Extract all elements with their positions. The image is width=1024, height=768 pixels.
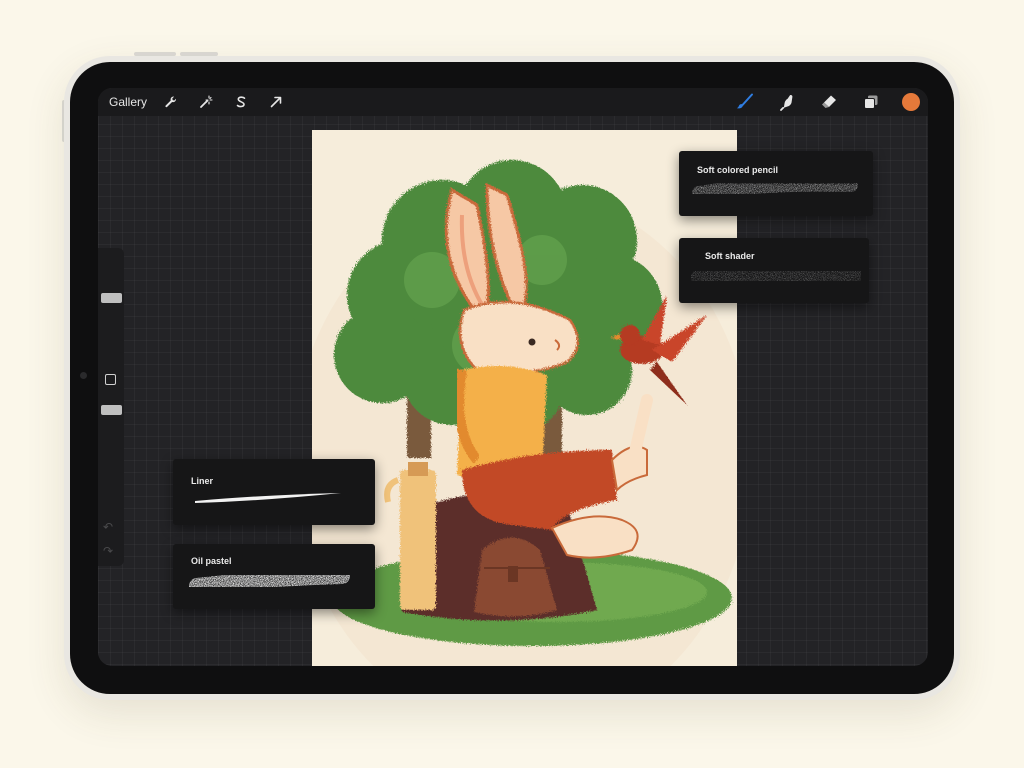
undo-icon[interactable]: ↶ [103, 520, 113, 534]
brush-name: Liner [191, 476, 214, 486]
gallery-button[interactable]: Gallery [109, 95, 147, 109]
left-tool-group [160, 91, 287, 113]
selection-icon[interactable] [230, 91, 252, 113]
brush-stroke-preview [691, 260, 861, 291]
bunny-illustration [312, 160, 737, 666]
right-tool-group [734, 91, 920, 113]
opacity-slider[interactable] [101, 405, 122, 415]
magic-wand-icon[interactable] [195, 91, 217, 113]
brush-stroke-preview [189, 568, 350, 594]
smudge-icon[interactable] [776, 91, 798, 113]
brush-card-soft-shader[interactable]: Soft shader [679, 238, 869, 303]
eraser-icon[interactable] [818, 91, 840, 113]
redo-icon[interactable]: ↷ [103, 544, 113, 558]
transform-arrow-icon[interactable] [265, 91, 287, 113]
modify-button[interactable] [105, 374, 116, 385]
sidebar: ↶ ↷ [98, 248, 124, 566]
brush-stroke-preview [195, 493, 341, 503]
wrench-icon[interactable] [160, 91, 182, 113]
procreate-screen: Gallery ↶ ↷ Soft colored pencil Soft sha… [98, 88, 928, 666]
brush-card-soft-colored-pencil[interactable]: Soft colored pencil [679, 151, 873, 216]
brush-card-liner[interactable]: Liner [173, 459, 375, 525]
brush-icon[interactable] [734, 91, 756, 113]
canvas[interactable] [312, 130, 737, 666]
color-picker-button[interactable] [902, 93, 920, 111]
top-toolbar: Gallery [98, 88, 928, 116]
front-camera [80, 372, 87, 379]
brush-card-oil-pastel[interactable]: Oil pastel [173, 544, 375, 609]
layers-icon[interactable] [860, 91, 882, 113]
brush-stroke-preview [692, 177, 858, 200]
brush-size-slider[interactable] [101, 293, 122, 303]
